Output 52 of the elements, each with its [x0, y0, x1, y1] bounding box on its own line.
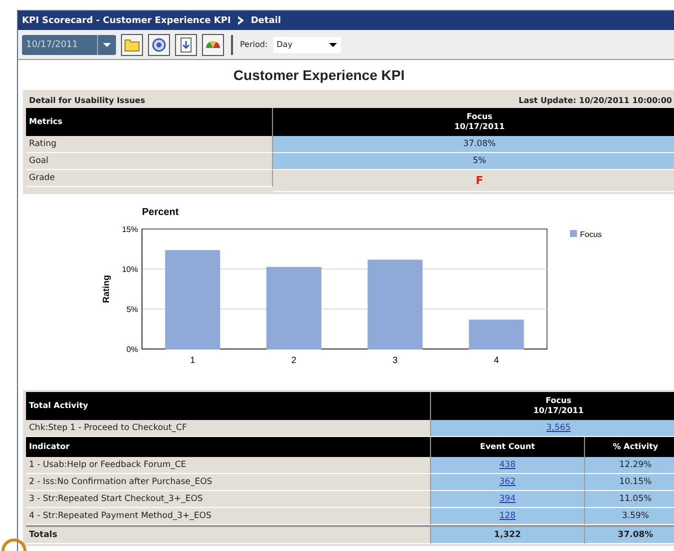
row-label: Grade: [26, 170, 273, 187]
date-picker[interactable]: 10/17/2011: [22, 34, 116, 54]
column-header: Metrics: [26, 108, 273, 136]
column-header: Focus 10/17/2011: [453, 111, 506, 133]
count-link[interactable]: 362: [499, 477, 516, 487]
period-dropdown[interactable]: Day: [272, 36, 341, 52]
count-link[interactable]: 438: [499, 460, 516, 470]
row-label: 3 - Str:Repeated Start Checkout_3+_EOS: [26, 491, 431, 508]
dropdown-arrow-icon: [328, 42, 337, 48]
column-header: Focus 10/17/2011: [532, 395, 585, 417]
breadcrumb-item[interactable]: Detail: [250, 16, 281, 26]
count-link[interactable]: 128: [499, 511, 516, 521]
section-title: Detail for Usability Issues: [29, 96, 146, 104]
gauge-icon[interactable]: [202, 34, 224, 56]
axis-tick-label: 5%: [126, 305, 138, 314]
row-label: Rating: [26, 136, 273, 153]
row-label: Totals: [26, 527, 431, 544]
row-label: 4 - Str:Repeated Payment Method_3+_EOS: [26, 508, 431, 525]
period-label: Period:: [240, 40, 268, 49]
column-header: Total Activity: [26, 392, 431, 420]
table-cell: 37.08%: [585, 527, 674, 544]
table-cell: 1,322: [431, 527, 585, 544]
column-header: Indicator: [26, 437, 431, 457]
table-cell: 11.05%: [585, 491, 674, 508]
chart-title: Percent: [142, 207, 179, 218]
count-link[interactable]: 3,565: [546, 423, 571, 433]
folder-icon[interactable]: [121, 34, 143, 56]
axis-tick-label: 15%: [122, 225, 138, 234]
download-icon[interactable]: [175, 34, 197, 56]
table-cell: 10.15%: [585, 474, 674, 491]
row-label: 2 - Iss:No Confirmation after Purchase_EOS: [26, 474, 431, 491]
table-cell: 5%: [273, 153, 674, 170]
axis-tick-label: 10%: [122, 265, 138, 274]
count-link[interactable]: 394: [499, 494, 516, 504]
chevron-icon: [236, 16, 245, 25]
row-label: Goal: [26, 153, 273, 170]
axis-tick-label: 0%: [126, 345, 138, 354]
axis-tick-label: 1: [190, 355, 196, 365]
axis-tick-label: 3: [392, 355, 398, 365]
column-header: % Activity: [612, 441, 660, 453]
page-title: Customer Experience KPI: [232, 66, 406, 85]
axis-label: Rating: [101, 275, 111, 303]
axis-tick-label: 4: [494, 355, 499, 365]
table-cell: 3.59%: [585, 508, 674, 525]
row-label: 1 - Usab:Help or Feedback Forum_CE: [26, 457, 431, 474]
window-title: KPI Scorecard - Customer Experience KPI: [22, 16, 231, 26]
legend-label: Focus: [580, 230, 602, 239]
table-cell: 12.29%: [585, 457, 674, 474]
last-update: Last Update: 10/20/2011 10:00:00: [518, 96, 672, 104]
axis-tick-label: 2: [291, 355, 296, 365]
grade-cell: F: [273, 170, 674, 192]
table-cell: 37.08%: [273, 136, 674, 153]
